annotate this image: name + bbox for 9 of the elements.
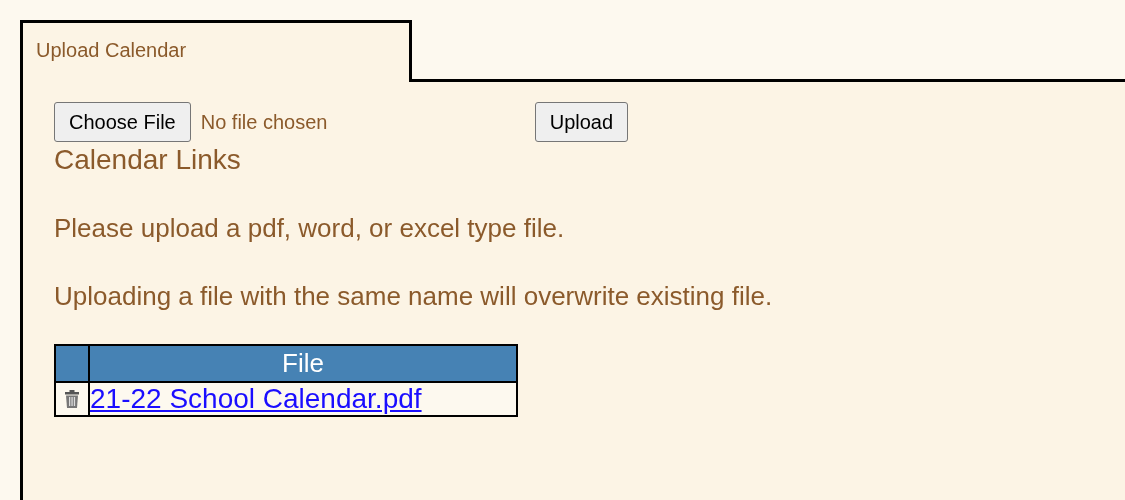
upload-button[interactable]: Upload bbox=[534, 102, 629, 142]
choose-file-button[interactable]: Choose File bbox=[54, 102, 191, 142]
tab[interactable]: Upload Calendar bbox=[20, 20, 412, 82]
trash-icon[interactable] bbox=[64, 389, 80, 409]
column-header: File bbox=[89, 345, 517, 382]
file-status: No file chosen bbox=[200, 110, 329, 134]
note-text: Please upload a pdf, word, or excel type file. bbox=[54, 212, 566, 245]
section-heading: Calendar Links bbox=[54, 143, 242, 177]
note-text: Uploading a file with the same name will overwrite existing file. bbox=[54, 280, 774, 313]
